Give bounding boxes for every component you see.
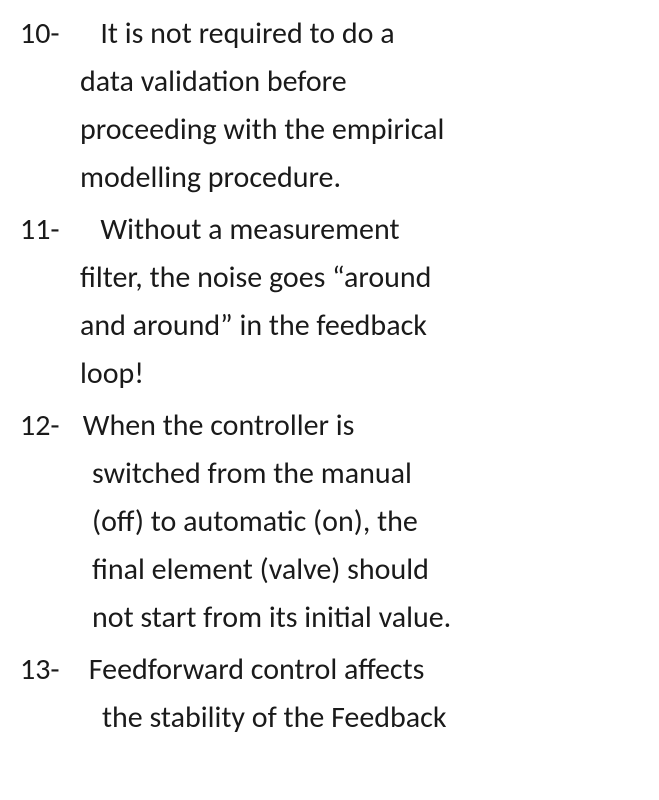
item-first-line: Without a measurement [87, 211, 400, 248]
item-first-line: It is not required to do a [87, 15, 395, 52]
item-first-line: When the controller is [83, 407, 355, 444]
list-item: 12- When the controller is switched from… [20, 402, 639, 642]
item-first-line: Feedforward control affects [89, 651, 425, 688]
item-line: loop! [80, 350, 639, 398]
list-item: 10- It is not required to do a data vali… [20, 10, 639, 202]
item-number: 12- [20, 402, 76, 450]
item-line: data validation before [80, 58, 639, 106]
item-line: not start from its initial value. [92, 594, 639, 642]
item-line: the stability of the Feedback [102, 694, 639, 742]
item-number: 10- [20, 10, 80, 58]
item-line: (off) to automatic (on), the [92, 498, 639, 546]
list-item: 11- Without a measurement filter, the no… [20, 206, 639, 398]
item-line: proceeding with the empirical [80, 106, 639, 154]
item-number: 13- [20, 646, 82, 694]
list-item: 13- Feedforward control affects the stab… [20, 646, 639, 742]
item-line: switched from the manual [92, 450, 639, 498]
item-line: and around” in the feedback [80, 302, 639, 350]
item-line: modelling procedure. [80, 154, 639, 202]
item-line: filter, the noise goes “around [80, 254, 639, 302]
item-number: 11- [20, 206, 80, 254]
item-line: final element (valve) should [92, 546, 639, 594]
document-page: 10- It is not required to do a data vali… [0, 0, 659, 742]
